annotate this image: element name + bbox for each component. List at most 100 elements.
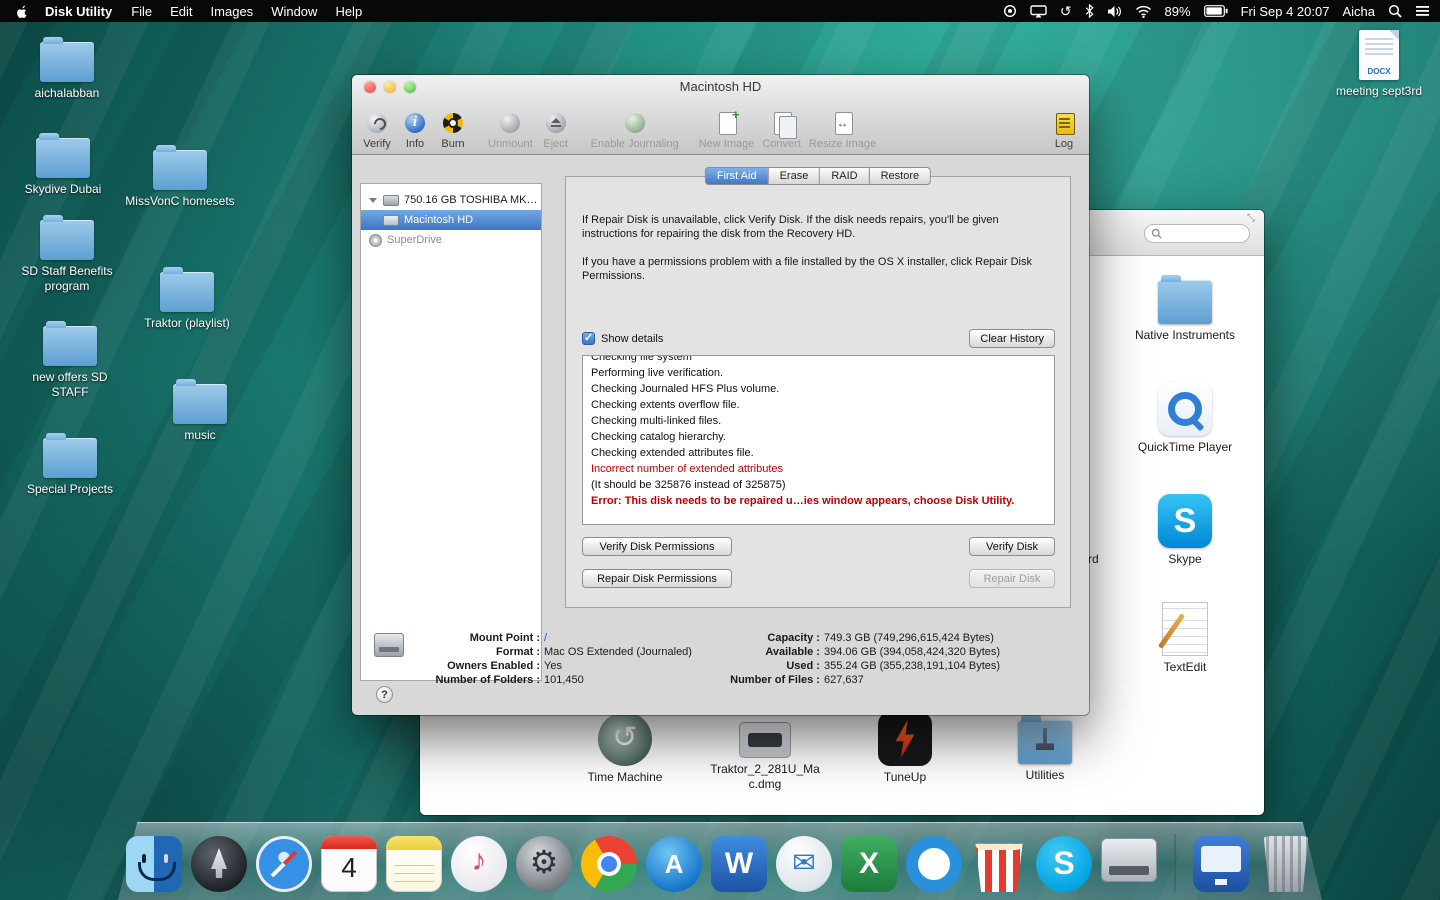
- finder-item-label: Utilities: [1025, 768, 1065, 782]
- toolbar-verify-button[interactable]: Verify: [362, 110, 392, 152]
- desktop-icon-missvonc-homesets[interactable]: MissVonC homesets: [124, 144, 236, 209]
- clear-history-button[interactable]: Clear History: [969, 329, 1055, 348]
- toolbar-log-button[interactable]: Log: [1049, 110, 1079, 152]
- finder-item-quicktime-player[interactable]: QuickTime Player: [1120, 382, 1250, 455]
- finder-search-field[interactable]: [1144, 224, 1250, 243]
- folder-icon: [36, 133, 90, 178]
- desktop-icon-music[interactable]: music: [144, 378, 256, 443]
- folder-icon: [43, 321, 97, 366]
- repair-disk-permissions-button[interactable]: Repair Disk Permissions: [582, 569, 732, 588]
- toolbar-new-image-button[interactable]: New Image: [699, 107, 755, 152]
- sidebar-item-macintosh-hd[interactable]: Macintosh HD: [361, 210, 541, 230]
- toolbar-burn-button[interactable]: Burn: [438, 110, 468, 152]
- info-label: Number of Files :: [730, 674, 820, 686]
- notes-icon[interactable]: [386, 836, 442, 892]
- mount-point-value[interactable]: /: [544, 631, 547, 645]
- desktop-icon-traktor-playlist[interactable]: Traktor (playlist): [131, 266, 243, 331]
- menu-edit[interactable]: Edit: [170, 4, 192, 19]
- desktop-icon-sd-staff-benefits[interactable]: SD Staff Benefits program: [11, 214, 123, 294]
- repair-disk-button: Repair Disk: [969, 569, 1055, 588]
- screen-recording-icon[interactable]: [1003, 4, 1017, 18]
- menu-app-name[interactable]: Disk Utility: [45, 4, 112, 19]
- finder-item-textedit[interactable]: TextEdit: [1120, 602, 1250, 675]
- menu-window[interactable]: Window: [271, 4, 317, 19]
- word-icon[interactable]: W: [711, 836, 767, 892]
- safari-icon[interactable]: [256, 836, 312, 892]
- log-line: Checking catalog hierarchy.: [591, 431, 726, 443]
- skype-dock-icon[interactable]: S: [1036, 836, 1092, 892]
- desktop-icon-aichalabban[interactable]: aichalabban: [11, 36, 123, 101]
- desktop-icon-new-offers-sd-staff[interactable]: new offers SD STAFF: [14, 320, 126, 400]
- toolbar-resize-image-button[interactable]: Resize Image: [809, 110, 876, 152]
- tab-first-aid[interactable]: First Aid: [704, 167, 769, 185]
- tab-restore[interactable]: Restore: [869, 167, 932, 185]
- menu-bar-clock[interactable]: Fri Sep 4 20:07: [1241, 4, 1330, 19]
- desktop-icon-label: meeting sept3rd: [1335, 84, 1423, 98]
- help-button[interactable]: ?: [376, 686, 393, 703]
- verification-log[interactable]: Checking file system Performing live ver…: [582, 355, 1055, 525]
- first-aid-instructions-2: If you have a permissions problem with a…: [582, 256, 1032, 282]
- finder-item-tuneup[interactable]: TuneUp: [840, 712, 970, 785]
- toolbar-info-button[interactable]: Info: [400, 110, 430, 152]
- spotlight-search-icon[interactable]: [1388, 4, 1402, 18]
- finder-item-time-machine[interactable]: ↺ Time Machine: [560, 712, 690, 785]
- chrome-icon[interactable]: [581, 836, 637, 892]
- finder-item-utilities[interactable]: Utilities: [980, 712, 1110, 783]
- system-preferences-icon[interactable]: [516, 836, 572, 892]
- toolbar-unmount-button[interactable]: Unmount: [488, 110, 533, 152]
- show-details-checkbox[interactable]: [582, 331, 595, 345]
- notification-center-icon[interactable]: [1415, 5, 1430, 17]
- popcorn-time-icon[interactable]: [975, 843, 1023, 892]
- display-app-icon[interactable]: [1193, 836, 1249, 892]
- disclosure-triangle-icon[interactable]: [369, 197, 377, 203]
- finder-icon[interactable]: [126, 836, 182, 892]
- wifi-icon[interactable]: [1135, 5, 1152, 18]
- verify-icon: [362, 110, 392, 137]
- app-store-icon[interactable]: [646, 836, 702, 892]
- first-aid-instructions-1: If Repair Disk is unavailable, click Ver…: [582, 214, 999, 240]
- blue-ring-app-icon[interactable]: [906, 836, 962, 892]
- finder-item-traktor-dmg[interactable]: Traktor_2_281U_Mac.dmg: [700, 712, 830, 792]
- launchpad-icon[interactable]: [191, 836, 247, 892]
- excel-icon[interactable]: X: [841, 836, 897, 892]
- desktop-icon-meeting-sept3rd[interactable]: DOCX meeting sept3rd: [1323, 30, 1435, 99]
- skype-icon: S: [1158, 494, 1212, 548]
- desktop-icon-label: Skydive Dubai: [24, 182, 102, 196]
- verify-disk-permissions-button[interactable]: Verify Disk Permissions: [582, 537, 732, 556]
- sidebar-item-toshiba-disk[interactable]: 750.16 GB TOSHIBA MK…: [361, 190, 541, 210]
- finder-item-native-instruments[interactable]: Native Instruments: [1120, 272, 1250, 343]
- volume-icon[interactable]: [1107, 5, 1122, 18]
- toolbar-convert-button[interactable]: Convert: [762, 110, 801, 152]
- desktop-icon-skydive-dubai[interactable]: Skydive Dubai: [7, 132, 119, 197]
- menu-file[interactable]: File: [131, 4, 152, 19]
- apple-menu[interactable]: [16, 3, 29, 19]
- info-column-right: Capacity :749.3 GB (749,296,615,424 Byte…: [718, 631, 1000, 687]
- fullscreen-icon[interactable]: ⤡: [1247, 213, 1255, 224]
- desktop-icon-special-projects[interactable]: Special Projects: [14, 432, 126, 497]
- external-drive-icon[interactable]: [1101, 838, 1157, 882]
- menu-bar: Disk Utility File Edit Images Window Hel…: [0, 0, 1440, 22]
- battery-icon[interactable]: [1203, 5, 1228, 17]
- bluetooth-icon[interactable]: [1085, 4, 1094, 18]
- sidebar-item-superdrive[interactable]: SuperDrive: [361, 230, 541, 250]
- time-machine-icon[interactable]: ↺: [1060, 3, 1072, 20]
- tab-raid[interactable]: RAID: [820, 167, 870, 185]
- convert-icon: [767, 110, 797, 139]
- airplay-display-icon[interactable]: [1030, 4, 1047, 18]
- menu-images[interactable]: Images: [211, 4, 254, 19]
- itunes-icon[interactable]: [451, 836, 507, 892]
- tab-erase[interactable]: Erase: [768, 167, 821, 185]
- desktop-icon-label: SD Staff Benefits program: [21, 264, 113, 293]
- info-value: 101,450: [544, 674, 584, 686]
- calendar-icon[interactable]: 4: [321, 836, 377, 892]
- user-menu[interactable]: Aicha: [1342, 4, 1375, 19]
- verify-disk-button[interactable]: Verify Disk: [969, 537, 1055, 556]
- finder-item-skype[interactable]: S Skype: [1120, 494, 1250, 567]
- menu-help[interactable]: Help: [335, 4, 362, 19]
- trash-icon[interactable]: [1263, 836, 1309, 892]
- mail-icon[interactable]: [776, 836, 832, 892]
- toolbar-eject-button[interactable]: Eject: [541, 110, 571, 152]
- log-line: Checking extents overflow file.: [591, 399, 740, 411]
- sidebar-item-label: 750.16 GB TOSHIBA MK…: [404, 194, 538, 206]
- toolbar-enable-journaling-button[interactable]: Enable Journaling: [591, 110, 679, 152]
